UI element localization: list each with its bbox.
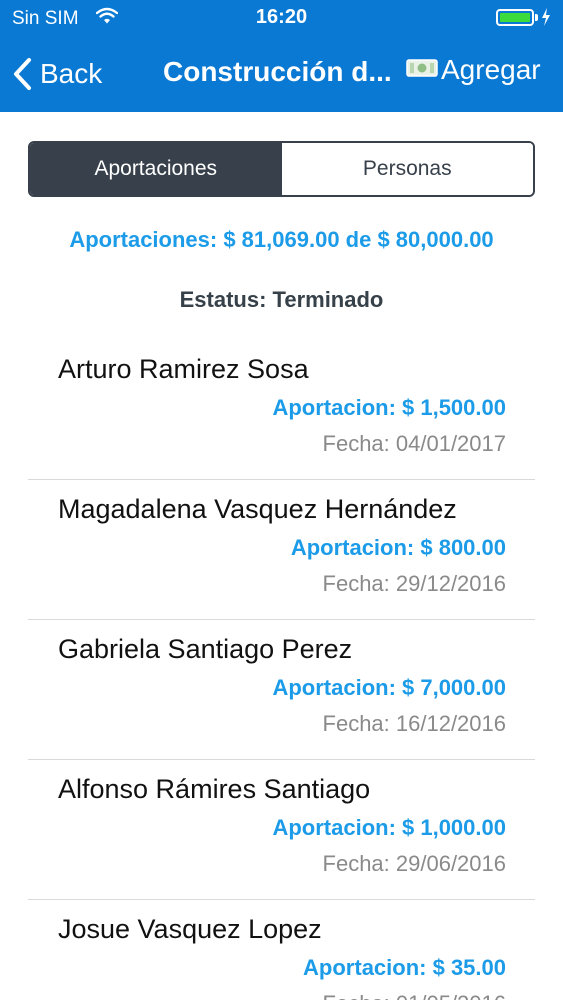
contribution-date: Fecha: 04/01/2017 (322, 431, 506, 456)
status-bar: Sin SIM 16:20 (0, 0, 563, 38)
money-icon (406, 57, 438, 84)
segmented-control: Aportaciones Personas (28, 141, 535, 197)
contribution-amount: Aportacion: $ 35.00 (303, 955, 506, 980)
list-item[interactable]: Alfonso Rámires Santiago Aportacion: $ 1… (0, 760, 563, 900)
wifi-icon (95, 7, 119, 30)
charging-bolt-icon (541, 8, 551, 31)
back-label: Back (40, 58, 103, 89)
battery-icon (496, 9, 534, 26)
list-item[interactable]: Arturo Ramirez Sosa Aportacion: $ 1,500.… (0, 340, 563, 480)
chevron-left-icon (12, 57, 32, 91)
carrier-label: Sin SIM (12, 8, 79, 29)
battery-tip (535, 14, 538, 21)
page-title: Construcción d... (163, 56, 392, 87)
contribution-date: Fecha: 16/12/2016 (322, 711, 506, 736)
contribution-amount: Aportacion: $ 800.00 (290, 535, 506, 560)
contribution-date: Fecha: 29/06/2016 (322, 851, 506, 876)
status-text: Estatus: Terminado (179, 287, 384, 312)
contribution-amount: Aportacion: $ 1,500.00 (272, 395, 506, 420)
contributor-name: Alfonso Rámires Santiago (58, 774, 371, 804)
navigation-header: Sin SIM 16:20 Back Construcción d... Agr… (0, 0, 563, 112)
back-button[interactable]: Back (12, 52, 102, 96)
contributor-name: Josue Vasquez Lopez (58, 914, 322, 944)
contribution-date: Fecha: 29/12/2016 (322, 571, 506, 596)
clock: 16:20 (255, 6, 308, 28)
contributor-name: Arturo Ramirez Sosa (58, 354, 309, 384)
list-item[interactable]: Gabriela Santiago Perez Aportacion: $ 7,… (0, 620, 563, 760)
contributor-name: Magadalena Vasquez Hernández (58, 494, 457, 524)
contribution-date: Fecha: 01/05/2016 (323, 991, 506, 1000)
list-item[interactable]: Magadalena Vasquez Hernández Aportacion:… (0, 480, 563, 620)
add-button[interactable]: Agregar (406, 54, 541, 86)
contributions-summary: Aportaciones: $ 81,069.00 de $ 80,000.00 (69, 227, 494, 252)
contribution-amount: Aportacion: $ 1,000.00 (272, 815, 506, 840)
contribution-amount: Aportacion: $ 7,000.00 (272, 675, 506, 700)
tab-personas[interactable]: Personas (281, 143, 533, 195)
add-label: Agregar (441, 54, 541, 85)
contributor-name: Gabriela Santiago Perez (58, 634, 353, 664)
list-item[interactable]: Josue Vasquez Lopez Aportacion: $ 35.00 … (0, 900, 563, 1000)
tab-aportaciones[interactable]: Aportaciones (30, 143, 282, 195)
